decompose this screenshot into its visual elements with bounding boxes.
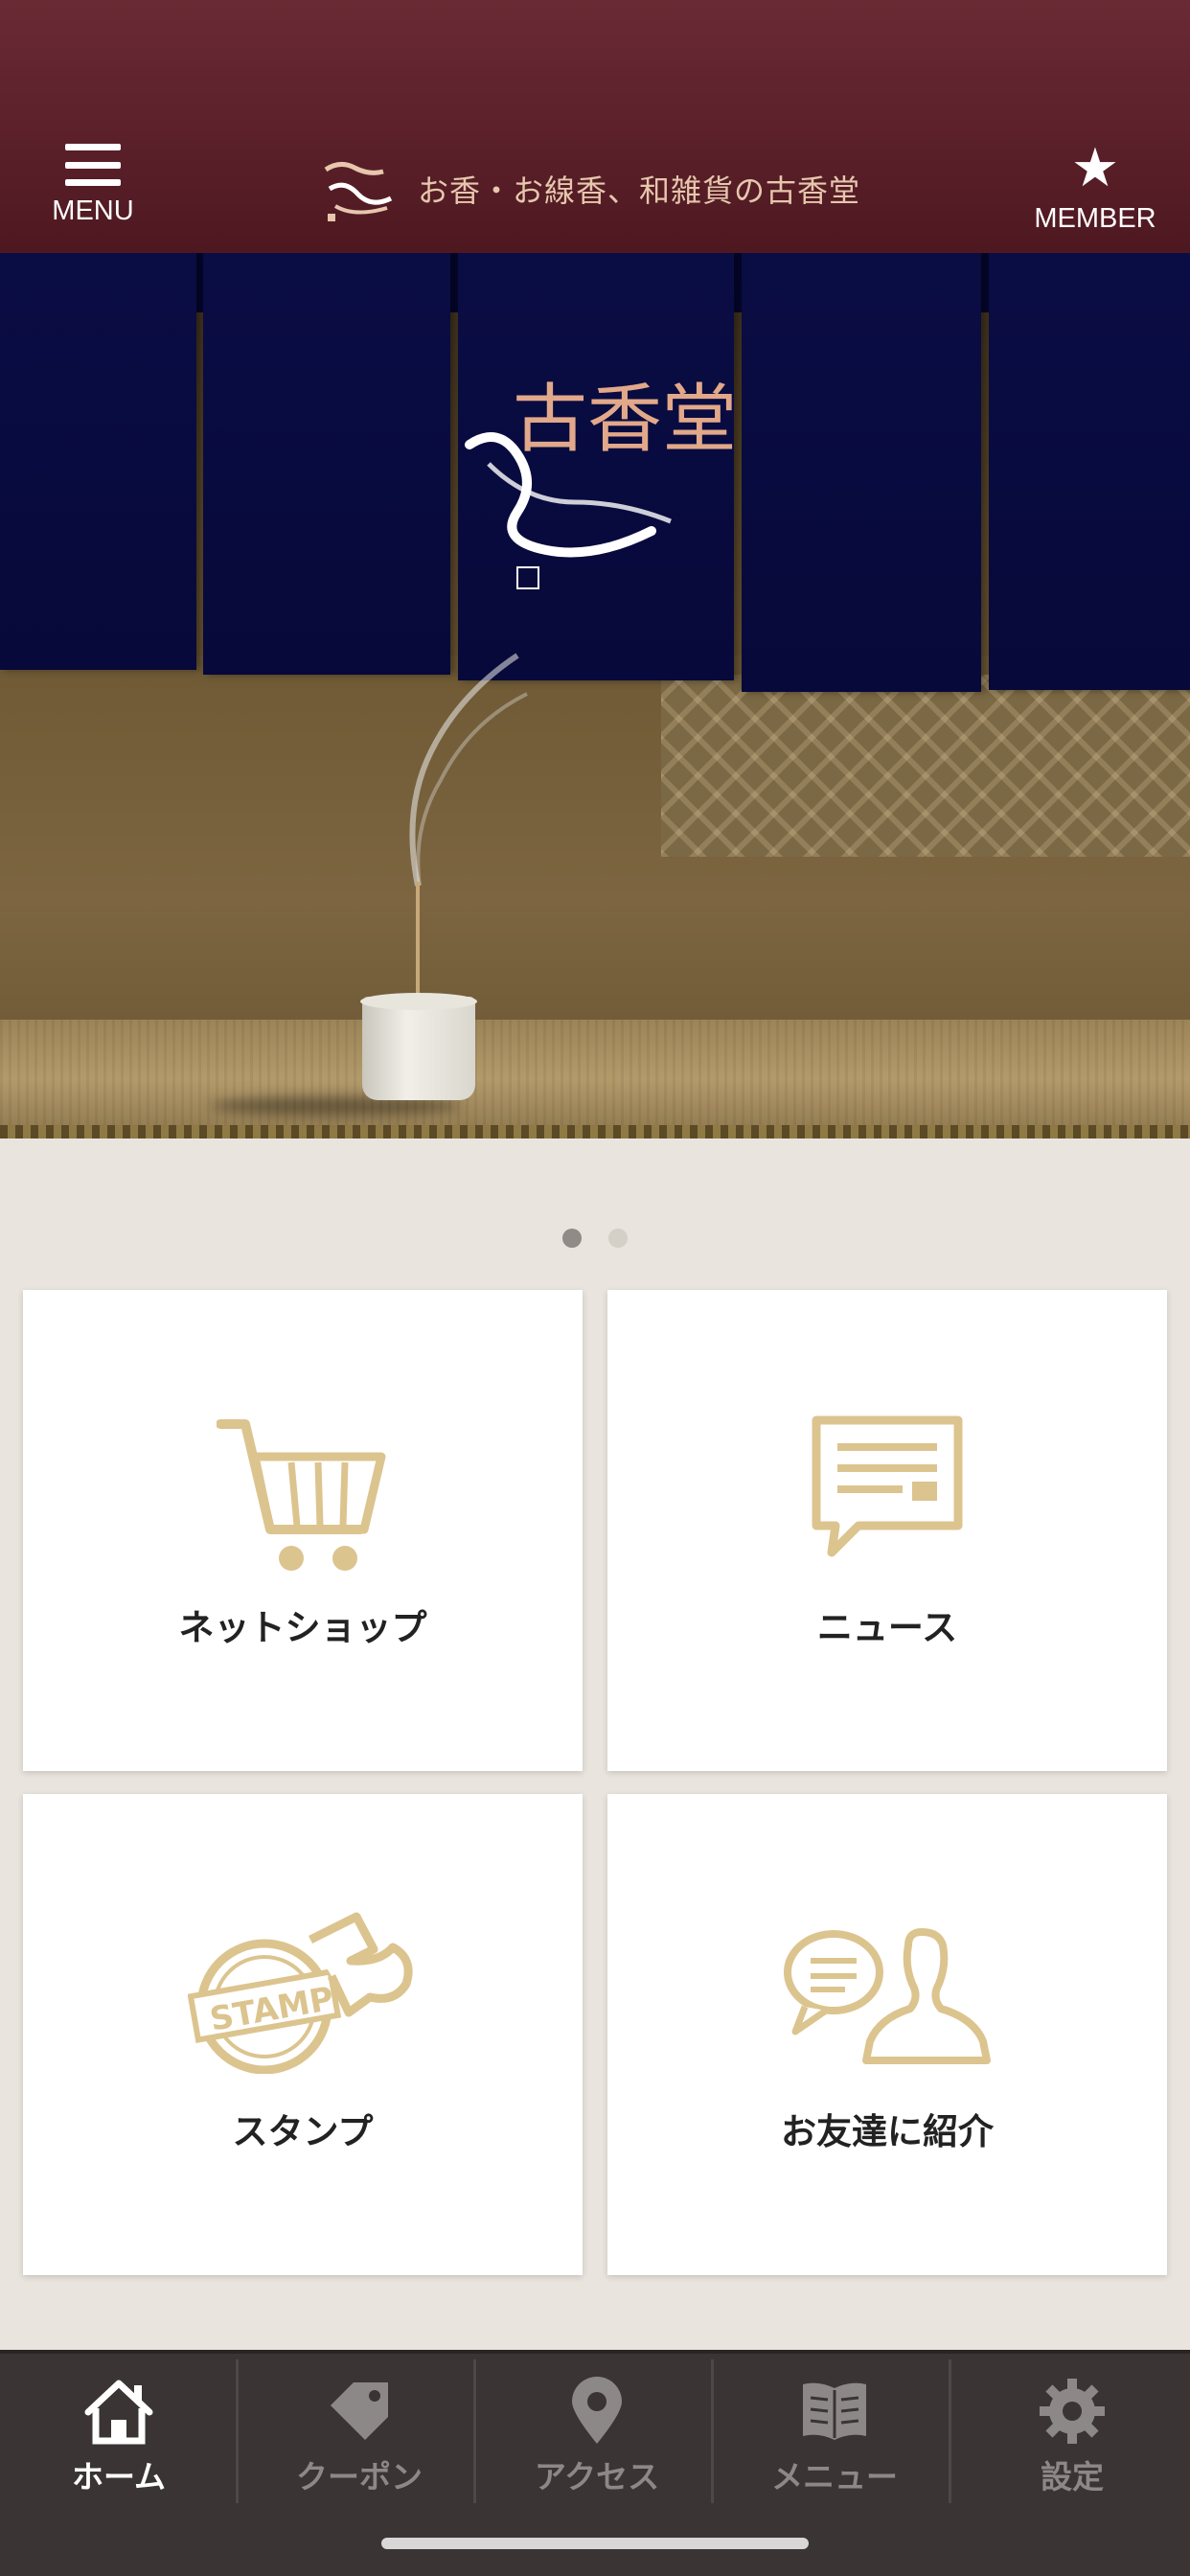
hamburger-icon [65,144,121,186]
home-indicator[interactable] [381,2538,809,2549]
brand: お香・お線香、和雑貨の古香堂 [316,146,860,232]
star-icon: ★ [1070,137,1120,199]
tab-label: アクセス [534,2458,660,2496]
noren-panel [989,253,1190,690]
noren-panel [203,253,450,675]
tab-menu[interactable]: メニュー [716,2354,953,2507]
hero-tatami-floor [0,1020,1190,1138]
tab-label: ホーム [71,2458,166,2496]
noren-logo-icon: 古香堂 [465,377,737,589]
tile-news[interactable]: ニュース [607,1290,1167,1771]
friend-invite-icon [784,1928,991,2064]
carousel-indicator [0,1229,1190,1248]
tab-coupon[interactable]: クーポン [240,2354,478,2507]
member-button[interactable]: ★ MEMBER [1023,137,1167,240]
tab-divider [949,2359,951,2503]
hero-floor-edge [0,1125,1190,1138]
tab-label: クーポン [296,2458,423,2496]
noren-panel [742,253,981,692]
brand-tagline: お香・お線香、和雑貨の古香堂 [418,172,861,209]
home-icon [82,2377,155,2446]
tile-label: スタンプ [232,2111,374,2152]
tab-divider [473,2359,476,2503]
map-pin-icon [568,2377,626,2446]
hero-carousel[interactable]: 古香堂 [0,253,1190,1138]
gear-icon [1038,2377,1107,2446]
coupon-tag-icon [325,2377,394,2446]
tab-divider [236,2359,239,2503]
news-bubble-icon [812,1415,963,1557]
app-header: MENU お香・お線香、和雑貨の古香堂 ★ MEMBER [0,0,1190,253]
tile-net-shop[interactable]: ネットショップ [23,1290,583,1771]
member-label: MEMBER [1034,203,1156,234]
tab-home[interactable]: ホーム [0,2354,238,2507]
tab-access[interactable]: アクセス [478,2354,716,2507]
tile-invite-friend[interactable]: お友達に紹介 [607,1794,1167,2275]
tile-stamp[interactable]: STAMP スタンプ [23,1794,583,2275]
incense-holder [362,997,475,1100]
tile-label: お友達に紹介 [781,2111,994,2152]
stamp-icon: STAMP [188,1912,413,2074]
carousel-dot[interactable] [562,1229,582,1248]
book-icon [799,2377,870,2446]
tab-settings[interactable]: 設定 [953,2354,1190,2507]
incense-stick [416,882,420,999]
tile-label: ネットショップ [178,1607,427,1648]
menu-label: MENU [52,196,134,226]
shopping-cart-icon [217,1419,386,1571]
tab-label: 設定 [1041,2458,1104,2496]
tab-label: メニュー [771,2458,898,2496]
brand-logo-icon [324,162,393,221]
svg-text:古香堂: 古香堂 [513,377,737,463]
carousel-dot[interactable] [608,1229,628,1248]
incense-holder-rim [360,993,477,1010]
menu-button[interactable]: MENU [21,144,165,240]
tile-label: ニュース [816,1607,958,1648]
hero-lattice [661,675,1190,857]
tab-divider [711,2359,714,2503]
noren-panel [0,253,196,670]
